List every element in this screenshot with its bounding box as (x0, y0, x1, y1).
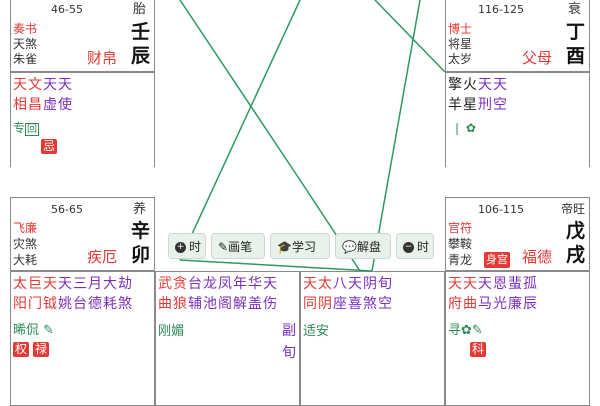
graduation-cap-icon: 🎓 (277, 240, 292, 254)
interpret-button[interactable]: 💬解盘 (335, 233, 391, 259)
aspect-lines (179, 0, 446, 272)
wechat-icon: 💬 (342, 240, 357, 254)
time-forward-button[interactable]: − 时 (396, 233, 434, 259)
plus-circle-icon: + (175, 242, 186, 253)
time-back-button[interactable]: + 时 (168, 233, 206, 259)
pen-button[interactable]: ✎画笔 (211, 233, 265, 259)
pencil-icon: ✎ (218, 240, 229, 254)
minus-circle-icon: − (403, 242, 414, 253)
learn-button[interactable]: 🎓学习 (270, 233, 330, 259)
